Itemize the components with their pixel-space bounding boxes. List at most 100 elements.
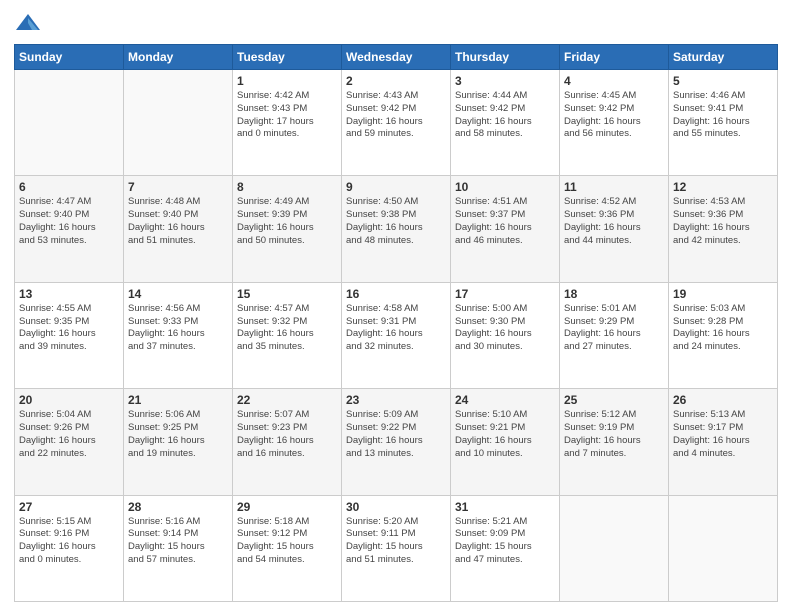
calendar-cell: 25Sunrise: 5:12 AM Sunset: 9:19 PM Dayli…: [560, 389, 669, 495]
day-info: Sunrise: 5:06 AM Sunset: 9:25 PM Dayligh…: [128, 409, 228, 460]
day-number: 12: [673, 180, 773, 194]
logo: [14, 10, 46, 38]
day-info: Sunrise: 5:18 AM Sunset: 9:12 PM Dayligh…: [237, 516, 337, 567]
weekday-header-monday: Monday: [124, 45, 233, 70]
day-info: Sunrise: 5:15 AM Sunset: 9:16 PM Dayligh…: [19, 516, 119, 567]
calendar-cell: 10Sunrise: 4:51 AM Sunset: 9:37 PM Dayli…: [451, 176, 560, 282]
day-number: 18: [564, 287, 664, 301]
calendar-cell: 2 Sunrise: 4:43 AM Sunset: 9:42 PM Daylig…: [342, 70, 451, 176]
calendar-cell: [15, 70, 124, 176]
week-row-4: 20Sunrise: 5:04 AM Sunset: 9:26 PM Dayli…: [15, 389, 778, 495]
calendar-cell: 16 Sunrise: 4:58 AM Sunset: 9:31 PM Dayli…: [342, 282, 451, 388]
day-number: 2: [346, 74, 446, 88]
day-info: Sunrise: 5:00 AM Sunset: 9:30 PM Dayligh…: [455, 303, 555, 354]
weekday-header-wednesday: Wednesday: [342, 45, 451, 70]
calendar-cell: 22Sunrise: 5:07 AM Sunset: 9:23 PM Dayli…: [233, 389, 342, 495]
day-number: 22: [237, 393, 337, 407]
weekday-header-row: SundayMondayTuesdayWednesdayThursdayFrid…: [15, 45, 778, 70]
calendar-cell: 15 Sunrise: 4:57 AM Sunset: 9:32 PM Dayli…: [233, 282, 342, 388]
calendar-cell: 13 Sunrise: 4:55 AM Sunset: 9:35 PM Dayli…: [15, 282, 124, 388]
day-info: Sunrise: 5:01 AM Sunset: 9:29 PM Dayligh…: [564, 303, 664, 354]
calendar-cell: 23 Sunrise: 5:09 AM Sunset: 9:22 PM Dayli…: [342, 389, 451, 495]
day-number: 30: [346, 500, 446, 514]
day-number: 14: [128, 287, 228, 301]
day-info: Sunrise: 4:57 AM Sunset: 9:32 PM Dayligh…: [237, 303, 337, 354]
calendar-cell: 26 Sunrise: 5:13 AM Sunset: 9:17 PM Dayli…: [669, 389, 778, 495]
day-info: Sunrise: 4:44 AM Sunset: 9:42 PM Dayligh…: [455, 90, 555, 141]
day-number: 31: [455, 500, 555, 514]
day-number: 27: [19, 500, 119, 514]
day-info: Sunrise: 4:55 AM Sunset: 9:35 PM Dayligh…: [19, 303, 119, 354]
day-info: Sunrise: 4:48 AM Sunset: 9:40 PM Dayligh…: [128, 196, 228, 247]
day-number: 25: [564, 393, 664, 407]
weekday-header-tuesday: Tuesday: [233, 45, 342, 70]
calendar-cell: 3 Sunrise: 4:44 AM Sunset: 9:42 PM Daylig…: [451, 70, 560, 176]
day-number: 21: [128, 393, 228, 407]
day-number: 7: [128, 180, 228, 194]
weekday-header-friday: Friday: [560, 45, 669, 70]
calendar-cell: 24Sunrise: 5:10 AM Sunset: 9:21 PM Dayli…: [451, 389, 560, 495]
week-row-2: 6 Sunrise: 4:47 AM Sunset: 9:40 PM Daylig…: [15, 176, 778, 282]
day-number: 9: [346, 180, 446, 194]
calendar-cell: 27 Sunrise: 5:15 AM Sunset: 9:16 PM Dayli…: [15, 495, 124, 601]
day-info: Sunrise: 4:50 AM Sunset: 9:38 PM Dayligh…: [346, 196, 446, 247]
page: SundayMondayTuesdayWednesdayThursdayFrid…: [0, 0, 792, 612]
day-number: 23: [346, 393, 446, 407]
day-info: Sunrise: 4:47 AM Sunset: 9:40 PM Dayligh…: [19, 196, 119, 247]
calendar-cell: 11 Sunrise: 4:52 AM Sunset: 9:36 PM Dayli…: [560, 176, 669, 282]
calendar-cell: 4 Sunrise: 4:45 AM Sunset: 9:42 PM Daylig…: [560, 70, 669, 176]
weekday-header-saturday: Saturday: [669, 45, 778, 70]
calendar-cell: 31 Sunrise: 5:21 AM Sunset: 9:09 PM Dayli…: [451, 495, 560, 601]
calendar-cell: 5 Sunrise: 4:46 AM Sunset: 9:41 PM Daylig…: [669, 70, 778, 176]
calendar-cell: 17 Sunrise: 5:00 AM Sunset: 9:30 PM Dayli…: [451, 282, 560, 388]
logo-icon: [14, 10, 42, 38]
day-info: Sunrise: 4:46 AM Sunset: 9:41 PM Dayligh…: [673, 90, 773, 141]
week-row-5: 27 Sunrise: 5:15 AM Sunset: 9:16 PM Dayli…: [15, 495, 778, 601]
day-number: 13: [19, 287, 119, 301]
day-info: Sunrise: 4:56 AM Sunset: 9:33 PM Dayligh…: [128, 303, 228, 354]
day-info: Sunrise: 4:52 AM Sunset: 9:36 PM Dayligh…: [564, 196, 664, 247]
day-info: Sunrise: 5:16 AM Sunset: 9:14 PM Dayligh…: [128, 516, 228, 567]
calendar-cell: 30 Sunrise: 5:20 AM Sunset: 9:11 PM Dayli…: [342, 495, 451, 601]
day-number: 8: [237, 180, 337, 194]
day-info: Sunrise: 4:58 AM Sunset: 9:31 PM Dayligh…: [346, 303, 446, 354]
day-info: Sunrise: 4:49 AM Sunset: 9:39 PM Dayligh…: [237, 196, 337, 247]
week-row-1: 1Sunrise: 4:42 AM Sunset: 9:43 PM Daylig…: [15, 70, 778, 176]
calendar-cell: 21 Sunrise: 5:06 AM Sunset: 9:25 PM Dayli…: [124, 389, 233, 495]
day-number: 4: [564, 74, 664, 88]
calendar-cell: [124, 70, 233, 176]
calendar-cell: 28 Sunrise: 5:16 AM Sunset: 9:14 PM Dayli…: [124, 495, 233, 601]
calendar-cell: 14 Sunrise: 4:56 AM Sunset: 9:33 PM Dayli…: [124, 282, 233, 388]
calendar-cell: 6 Sunrise: 4:47 AM Sunset: 9:40 PM Daylig…: [15, 176, 124, 282]
day-number: 16: [346, 287, 446, 301]
day-number: 24: [455, 393, 555, 407]
calendar-cell: 9 Sunrise: 4:50 AM Sunset: 9:38 PM Daylig…: [342, 176, 451, 282]
calendar-cell: 1Sunrise: 4:42 AM Sunset: 9:43 PM Daylig…: [233, 70, 342, 176]
week-row-3: 13 Sunrise: 4:55 AM Sunset: 9:35 PM Dayli…: [15, 282, 778, 388]
day-info: Sunrise: 5:09 AM Sunset: 9:22 PM Dayligh…: [346, 409, 446, 460]
day-info: Sunrise: 4:53 AM Sunset: 9:36 PM Dayligh…: [673, 196, 773, 247]
day-number: 20: [19, 393, 119, 407]
day-info: Sunrise: 5:20 AM Sunset: 9:11 PM Dayligh…: [346, 516, 446, 567]
day-number: 6: [19, 180, 119, 194]
day-number: 3: [455, 74, 555, 88]
day-info: Sunrise: 5:21 AM Sunset: 9:09 PM Dayligh…: [455, 516, 555, 567]
calendar-cell: 19Sunrise: 5:03 AM Sunset: 9:28 PM Dayli…: [669, 282, 778, 388]
calendar-cell: [669, 495, 778, 601]
day-number: 5: [673, 74, 773, 88]
day-info: Sunrise: 5:13 AM Sunset: 9:17 PM Dayligh…: [673, 409, 773, 460]
day-number: 10: [455, 180, 555, 194]
calendar-cell: 8 Sunrise: 4:49 AM Sunset: 9:39 PM Daylig…: [233, 176, 342, 282]
day-number: 26: [673, 393, 773, 407]
day-number: 17: [455, 287, 555, 301]
calendar-cell: [560, 495, 669, 601]
day-info: Sunrise: 5:03 AM Sunset: 9:28 PM Dayligh…: [673, 303, 773, 354]
day-info: Sunrise: 4:45 AM Sunset: 9:42 PM Dayligh…: [564, 90, 664, 141]
day-number: 28: [128, 500, 228, 514]
day-number: 15: [237, 287, 337, 301]
day-number: 29: [237, 500, 337, 514]
calendar-table: SundayMondayTuesdayWednesdayThursdayFrid…: [14, 44, 778, 602]
header: [14, 10, 778, 38]
day-info: Sunrise: 4:43 AM Sunset: 9:42 PM Dayligh…: [346, 90, 446, 141]
day-number: 11: [564, 180, 664, 194]
